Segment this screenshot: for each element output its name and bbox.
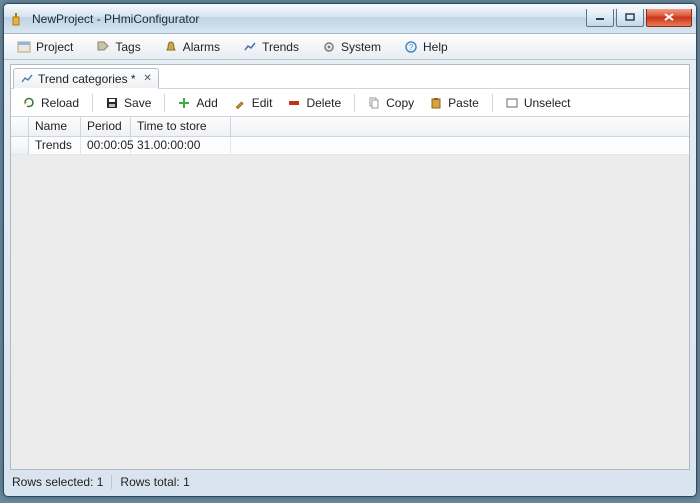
tab-label: Trend categories * (38, 72, 136, 86)
close-button[interactable] (646, 9, 692, 27)
table-row[interactable]: Trends 00:00:05 31.00:00:00 (11, 137, 689, 155)
unselect-button[interactable]: Unselect (498, 93, 577, 113)
toolbar-label: Edit (252, 96, 273, 110)
toolbar-label: Delete (306, 96, 341, 110)
column-header-period[interactable]: Period (81, 117, 131, 136)
menu-system[interactable]: System (313, 37, 389, 57)
toolbar-separator (92, 94, 93, 112)
client-area: Trend categories * ✕ Reload Save Add Edi… (10, 64, 690, 470)
paste-icon (428, 95, 444, 111)
reload-icon (21, 95, 37, 111)
application-window: NewProject - PHmiConfigurator Project Ta… (3, 3, 697, 497)
menu-label: Tags (115, 40, 140, 54)
window-controls (586, 9, 692, 29)
edit-button[interactable]: Edit (226, 93, 279, 113)
status-separator (111, 475, 112, 489)
app-icon (10, 11, 26, 27)
window-title: NewProject - PHmiConfigurator (32, 12, 586, 26)
toolbar-label: Unselect (524, 96, 571, 110)
menu-project[interactable]: Project (8, 37, 81, 57)
grid-header-row: Name Period Time to store (11, 117, 689, 137)
maximize-button[interactable] (616, 9, 644, 27)
delete-button[interactable]: Delete (280, 93, 347, 113)
menu-label: Trends (262, 40, 299, 54)
status-total-count: 1 (183, 475, 190, 489)
column-header-name[interactable]: Name (29, 117, 81, 136)
unselect-icon (504, 95, 520, 111)
toolbar-label: Reload (41, 96, 79, 110)
toolbar-label: Save (124, 96, 151, 110)
menubar: Project Tags Alarms Trends System ? Help (4, 34, 696, 60)
trends-icon (242, 39, 258, 55)
plus-icon (176, 95, 192, 111)
status-total-label: Rows total: (120, 475, 179, 489)
data-grid[interactable]: Name Period Time to store Trends 00:00:0… (11, 117, 689, 469)
trends-icon (20, 72, 34, 86)
menu-help[interactable]: ? Help (395, 37, 456, 57)
menu-label: Alarms (183, 40, 220, 54)
gear-icon (321, 39, 337, 55)
toolbar-label: Copy (386, 96, 414, 110)
tag-icon (95, 39, 111, 55)
titlebar[interactable]: NewProject - PHmiConfigurator (4, 4, 696, 34)
pencil-icon (232, 95, 248, 111)
tab-trend-categories[interactable]: Trend categories * ✕ (13, 68, 159, 89)
minimize-button[interactable] (586, 9, 614, 27)
copy-button[interactable]: Copy (360, 93, 420, 113)
svg-text:?: ? (409, 43, 414, 52)
project-icon (16, 39, 32, 55)
toolbar-separator (492, 94, 493, 112)
row-header[interactable] (11, 137, 29, 154)
toolbar-label: Add (196, 96, 217, 110)
delete-icon (286, 95, 302, 111)
help-icon: ? (403, 39, 419, 55)
save-button[interactable]: Save (98, 93, 157, 113)
status-bar: Rows selected: 1 Rows total: 1 (10, 472, 690, 492)
copy-icon (366, 95, 382, 111)
column-header-time-to-store[interactable]: Time to store (131, 117, 231, 136)
paste-button[interactable]: Paste (422, 93, 485, 113)
reload-button[interactable]: Reload (15, 93, 85, 113)
menu-label: Project (36, 40, 73, 54)
cell-period[interactable]: 00:00:05 (81, 137, 131, 154)
toolbar-separator (164, 94, 165, 112)
cell-time-to-store[interactable]: 31.00:00:00 (131, 137, 231, 154)
save-icon (104, 95, 120, 111)
toolbar-separator (354, 94, 355, 112)
toolbar-label: Paste (448, 96, 479, 110)
tab-close-icon[interactable]: ✕ (142, 73, 154, 85)
add-button[interactable]: Add (170, 93, 223, 113)
document-tabstrip: Trend categories * ✕ (11, 65, 689, 89)
status-selected-count: 1 (97, 475, 104, 489)
cell-name[interactable]: Trends (29, 137, 81, 154)
bell-icon (163, 39, 179, 55)
menu-label: System (341, 40, 381, 54)
menu-alarms[interactable]: Alarms (155, 37, 228, 57)
menu-label: Help (423, 40, 448, 54)
toolbar: Reload Save Add Edit Delete (11, 89, 689, 117)
status-selected-label: Rows selected: (12, 475, 93, 489)
grid-corner[interactable] (11, 117, 29, 136)
menu-trends[interactable]: Trends (234, 37, 307, 57)
menu-tags[interactable]: Tags (87, 37, 148, 57)
